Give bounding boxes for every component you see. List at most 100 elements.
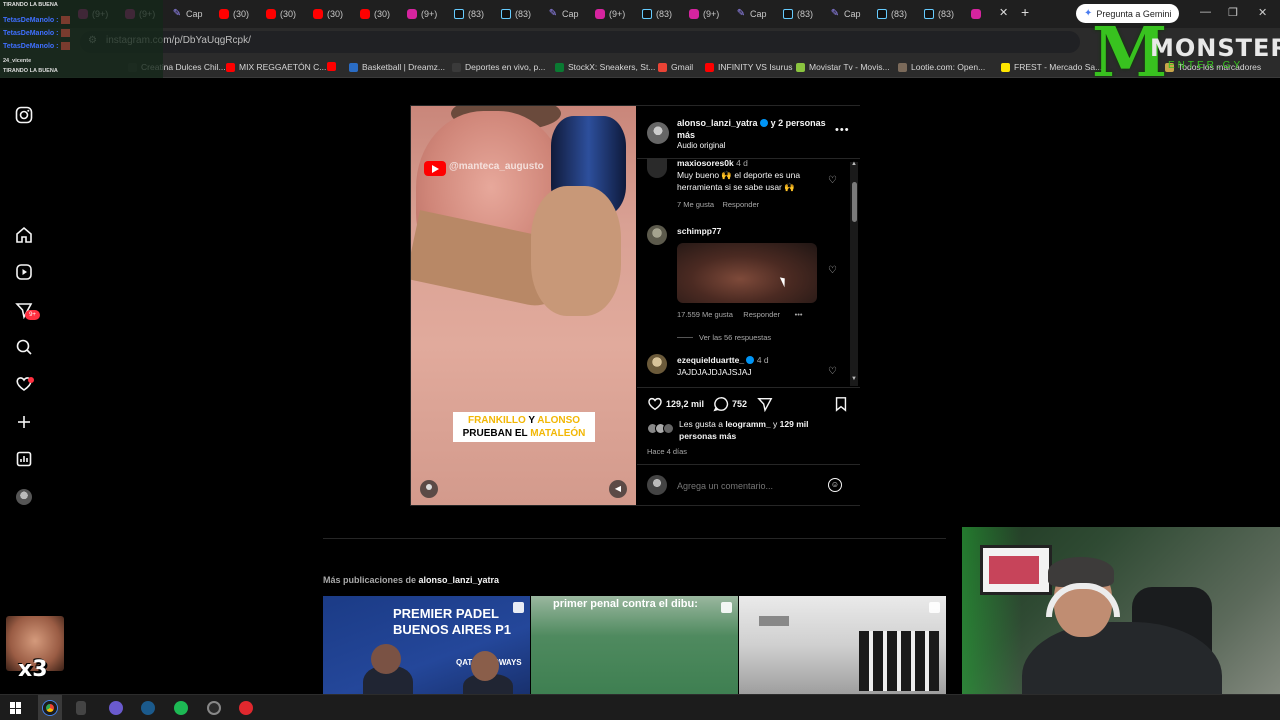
reply-link[interactable]: Responder <box>722 200 759 209</box>
liked-by-avatars <box>647 423 677 435</box>
more-post-thumb[interactable] <box>739 596 946 696</box>
browser-tab[interactable]: ✎ Cap <box>736 3 780 25</box>
comment-button[interactable]: 752 <box>713 396 747 412</box>
view-replies-link[interactable]: Ver las 56 respuestas <box>699 333 771 342</box>
more-post-thumb[interactable]: primer penal contra el dibu: <box>531 596 738 696</box>
scroll-down-arrow[interactable]: ▼ <box>851 376 857 382</box>
instagram-icon <box>689 9 699 19</box>
bookmark-label: Gmail <box>671 62 694 72</box>
post-video[interactable]: @manteca_augusto FRANKILLO Y ALONSO PRUE… <box>411 106 636 505</box>
browser-tab[interactable]: (30) <box>266 3 310 25</box>
steam-icon[interactable] <box>141 701 155 715</box>
thumb-caption: primer penal contra el dibu: <box>553 598 698 610</box>
browser-tab[interactable]: ✎ Cap <box>172 3 216 25</box>
browser-tab[interactable] <box>971 3 1015 25</box>
browser-tab[interactable]: (83) <box>877 3 921 25</box>
like-comment-icon[interactable]: ♡ <box>828 265 837 276</box>
app-red-icon[interactable] <box>239 701 253 715</box>
home-icon[interactable] <box>15 226 33 244</box>
comment-avatar[interactable] <box>647 225 667 245</box>
profile-avatar[interactable] <box>16 489 32 505</box>
like-button[interactable]: 129,2 mil <box>647 396 704 412</box>
more-posts-heading: Más publicaciones de alonso_lanzi_yatra <box>323 575 500 585</box>
tagged-users-icon[interactable] <box>420 480 438 498</box>
bookmark-item[interactable]: Basketball | Dreamz... <box>349 62 445 72</box>
close-tab-icon[interactable]: ✕ <box>999 6 1008 19</box>
capcut-icon: ✎ <box>548 8 558 19</box>
save-button[interactable] <box>834 396 848 412</box>
comment-avatar[interactable] <box>647 158 667 178</box>
browser-tab[interactable]: (83) <box>924 3 968 25</box>
emote-multiplier: x3 <box>18 657 48 682</box>
chrome-icon[interactable] <box>43 701 57 715</box>
obs-icon[interactable] <box>207 701 221 715</box>
bookmark-item[interactable] <box>327 62 340 71</box>
comment-user[interactable]: maxiosores0k 4 d <box>677 158 748 168</box>
scroll-up-arrow[interactable]: ▲ <box>851 161 857 167</box>
search-icon[interactable] <box>15 338 33 356</box>
comment-input[interactable] <box>677 479 817 493</box>
comments-scroll-thumb[interactable] <box>852 182 857 222</box>
comment-gif[interactable] <box>677 243 817 303</box>
browser-tab[interactable]: ✎ Cap <box>548 3 592 25</box>
browser-tab[interactable]: (30) <box>219 3 263 25</box>
app-icon[interactable] <box>76 701 86 715</box>
dashboard-icon[interactable] <box>15 450 33 468</box>
browser-tab[interactable]: (9+) <box>689 3 733 25</box>
browser-tab[interactable]: (9+) <box>407 3 451 25</box>
thumb-wall-frames <box>859 631 939 691</box>
bookmark-item[interactable]: Deportes en vivo, p... <box>452 62 545 72</box>
post-modal: @manteca_augusto FRANKILLO Y ALONSO PRUE… <box>410 105 860 506</box>
comment-options-icon[interactable]: ••• <box>795 310 803 319</box>
browser-tab[interactable]: (30) <box>360 3 404 25</box>
more-posts-user[interactable]: alonso_lanzi_yatra <box>419 575 500 585</box>
bookmark-item[interactable]: FREST - Mercado Sa... <box>1001 62 1102 72</box>
video-hand <box>531 186 621 316</box>
bookmark-item[interactable]: Movistar Tv - Movis... <box>796 62 890 72</box>
bookmark-item[interactable]: INFINITY VS Isurus <box>705 62 792 72</box>
bookmark-item[interactable]: MIX REGGAETÓN C... <box>226 62 326 72</box>
author-avatar[interactable] <box>647 122 669 144</box>
reply-link[interactable]: Responder <box>743 310 780 319</box>
emoji-icon[interactable]: ☺ <box>828 478 842 492</box>
tab-label: (9+) <box>421 9 438 19</box>
windows-start-icon[interactable] <box>10 702 22 714</box>
new-tab-button[interactable]: + <box>1021 4 1029 20</box>
more-post-thumb[interactable]: PREMIER PADEL BUENOS AIRES P1 QATAR AIRWA… <box>323 596 530 696</box>
browser-tab[interactable]: (83) <box>783 3 827 25</box>
post-author[interactable]: alonso_lanzi_yatra y 2 personas más <box>677 117 827 141</box>
more-options-icon[interactable]: ••• <box>835 124 850 136</box>
tiktok-icon <box>642 9 652 19</box>
capcut-icon: ✎ <box>172 8 182 19</box>
audio-label[interactable]: Audio original <box>677 141 725 150</box>
bookmark-favicon-icon <box>226 62 235 72</box>
spotify-icon[interactable] <box>174 701 188 715</box>
liked-by-text[interactable]: Les gusta a leogramm_ y 129 mil personas… <box>679 418 839 442</box>
browser-tab[interactable]: ✎ Cap <box>830 3 874 25</box>
bookmark-favicon-icon <box>1001 62 1010 72</box>
browser-tab[interactable]: (30) <box>313 3 357 25</box>
reels-icon[interactable] <box>15 263 33 281</box>
browser-tab[interactable]: (9+) <box>595 3 639 25</box>
post-date[interactable]: Hace 4 días <box>647 447 687 456</box>
tab-label: (9+) <box>609 9 626 19</box>
minimize-button[interactable]: — <box>1200 6 1211 18</box>
bookmark-item[interactable]: StockX: Sneakers, St... <box>555 62 655 72</box>
instagram-logo-icon[interactable] <box>15 106 33 124</box>
create-icon[interactable] <box>15 413 33 431</box>
discord-icon[interactable] <box>109 701 123 715</box>
bookmark-item[interactable]: Lootie.com: Open... <box>898 62 985 72</box>
bookmark-item[interactable]: Gmail <box>658 62 693 72</box>
like-comment-icon[interactable]: ♡ <box>828 175 837 186</box>
sound-icon[interactable]: ◀ <box>609 480 627 498</box>
post-sidebar: alonso_lanzi_yatra y 2 personas más Audi… <box>637 106 860 505</box>
like-comment-icon[interactable]: ♡ <box>828 366 837 377</box>
browser-tab[interactable]: (83) <box>642 3 686 25</box>
browser-tab[interactable]: (83) <box>501 3 545 25</box>
browser-tab[interactable]: (83) <box>454 3 498 25</box>
share-button[interactable] <box>757 396 773 412</box>
comment-user[interactable]: schimpp77 <box>677 226 721 236</box>
stream-chat-overlay: TIRANDO LA BUENA TetasDeManolo : TetasDe… <box>0 0 163 78</box>
comment-avatar[interactable] <box>647 354 667 374</box>
comment-user[interactable]: ezequielduartte_ 4 d <box>677 355 769 365</box>
